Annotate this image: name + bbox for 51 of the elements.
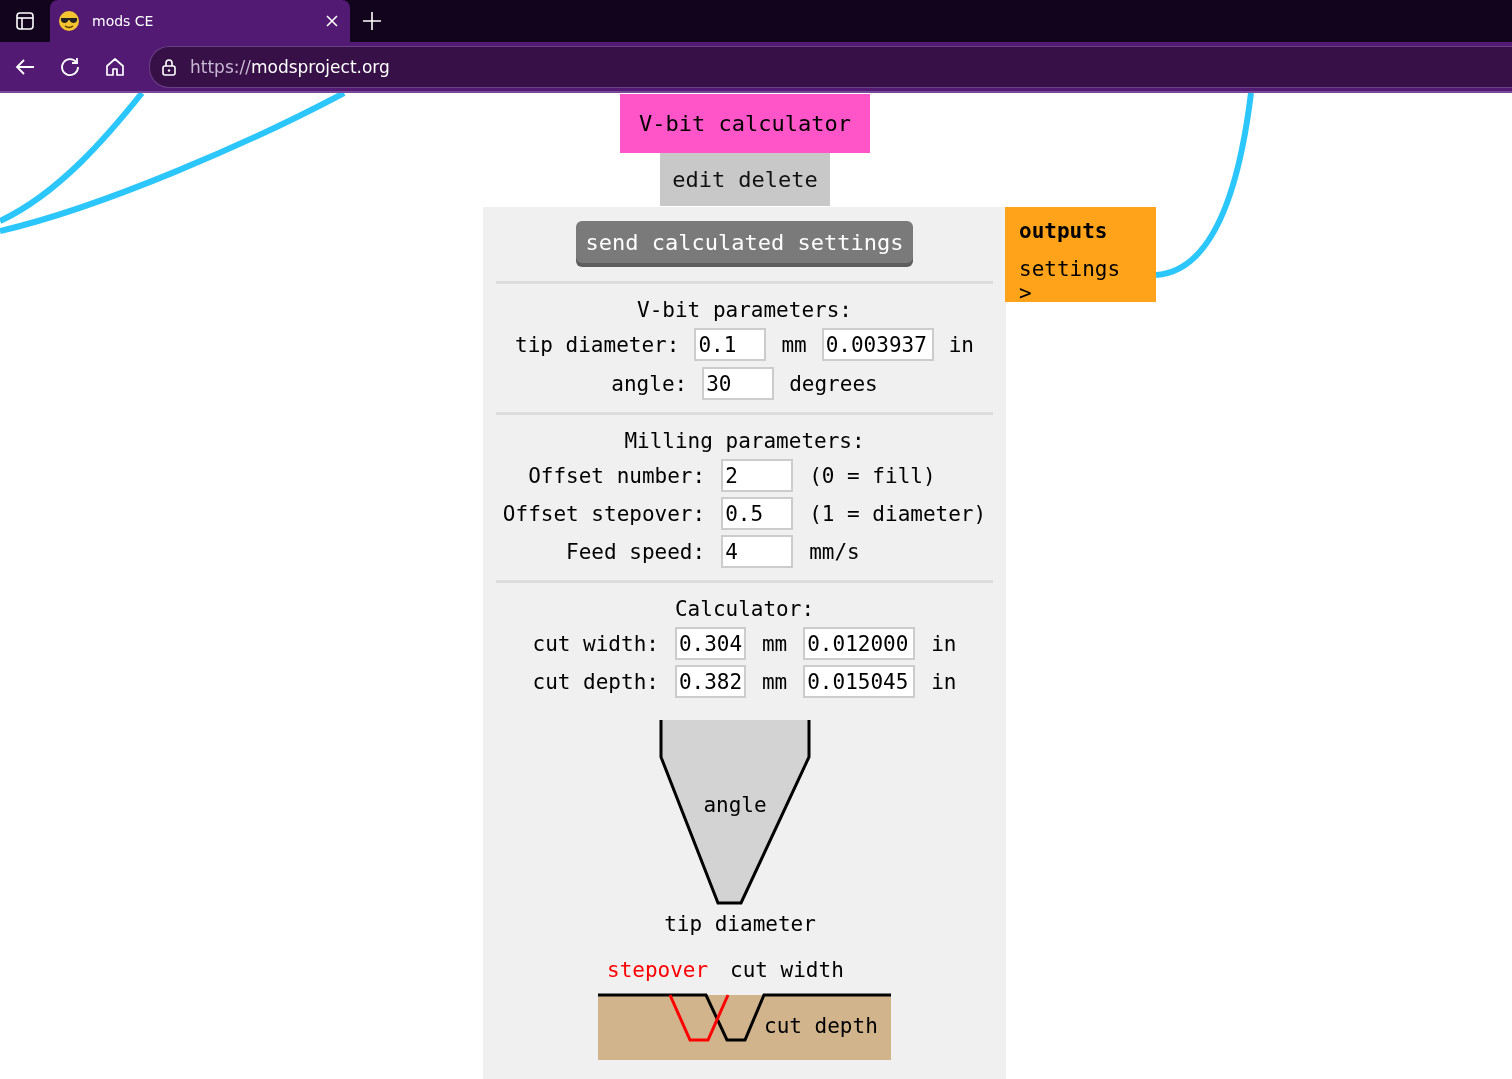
output-port[interactable]: settings > <box>1019 257 1142 305</box>
field-note: (0 = fill) <box>809 463 937 488</box>
field-label: cut width: <box>532 631 659 656</box>
tip-diameter-in-field[interactable]: 0.003937 <box>821 328 934 361</box>
field-label: angle: <box>611 371 688 396</box>
angle-label: angle <box>703 793 767 817</box>
tip-diameter-mm-field[interactable]: 0.1 <box>694 328 767 361</box>
url-text: https://modsproject.org <box>190 56 390 77</box>
address-bar[interactable]: https://modsproject.org <box>149 45 1512 88</box>
parameter-field[interactable]: 2 <box>721 459 794 492</box>
sunglasses-face-icon <box>58 10 80 32</box>
field-note: mm/s <box>809 539 861 564</box>
result-mm-field[interactable]: 0.382 <box>674 665 746 698</box>
stepover-label: stepover <box>607 958 709 982</box>
module-title: V-bit calculator <box>620 94 870 153</box>
tip-diameter-label: tip diameter <box>664 912 816 936</box>
section-heading: V-bit parameters: <box>637 298 852 322</box>
angle-field[interactable]: 30 <box>702 367 775 400</box>
field-note: (1 = diameter) <box>809 501 987 526</box>
sidebar-icon[interactable] <box>15 11 35 31</box>
unit-label: mm <box>781 332 807 357</box>
parameter-field[interactable]: 4 <box>721 535 794 568</box>
field-label: cut depth: <box>532 669 659 694</box>
parameter-field[interactable]: 0.5 <box>721 497 794 530</box>
section-heading: Milling parameters: <box>624 429 865 453</box>
action-link[interactable]: delete <box>738 167 818 192</box>
unit-label: in <box>931 631 957 656</box>
stepover-profile <box>668 994 730 1042</box>
field-label: Offset number: <box>527 463 706 488</box>
unit-label: in <box>931 669 957 694</box>
browser-tab[interactable]: mods CE <box>50 0 350 42</box>
field-label: Feed speed: <box>565 539 706 564</box>
reload-icon[interactable] <box>59 55 81 78</box>
home-icon[interactable] <box>104 55 126 78</box>
unit-label: mm <box>761 631 788 656</box>
unit-label: mm <box>761 669 788 694</box>
cut-width-label: cut width <box>730 958 844 982</box>
action-link[interactable]: edit <box>672 167 726 192</box>
lock-icon <box>160 57 178 76</box>
field-label: tip diameter: <box>515 332 680 357</box>
outputs-heading: outputs <box>1019 219 1109 243</box>
close-icon[interactable] <box>326 15 338 27</box>
result-in-field[interactable]: 0.015045 <box>803 665 916 698</box>
result-mm-field[interactable]: 0.304 <box>674 627 746 660</box>
cut-depth-label: cut depth <box>764 1014 878 1038</box>
unit-label: in <box>948 332 974 357</box>
section-heading: Calculator: <box>674 597 815 621</box>
unit-label: degrees <box>789 371 878 396</box>
result-in-field[interactable]: 0.012000 <box>803 627 916 660</box>
plus-icon[interactable] <box>362 11 382 31</box>
field-label: Offset stepover: <box>502 501 706 526</box>
